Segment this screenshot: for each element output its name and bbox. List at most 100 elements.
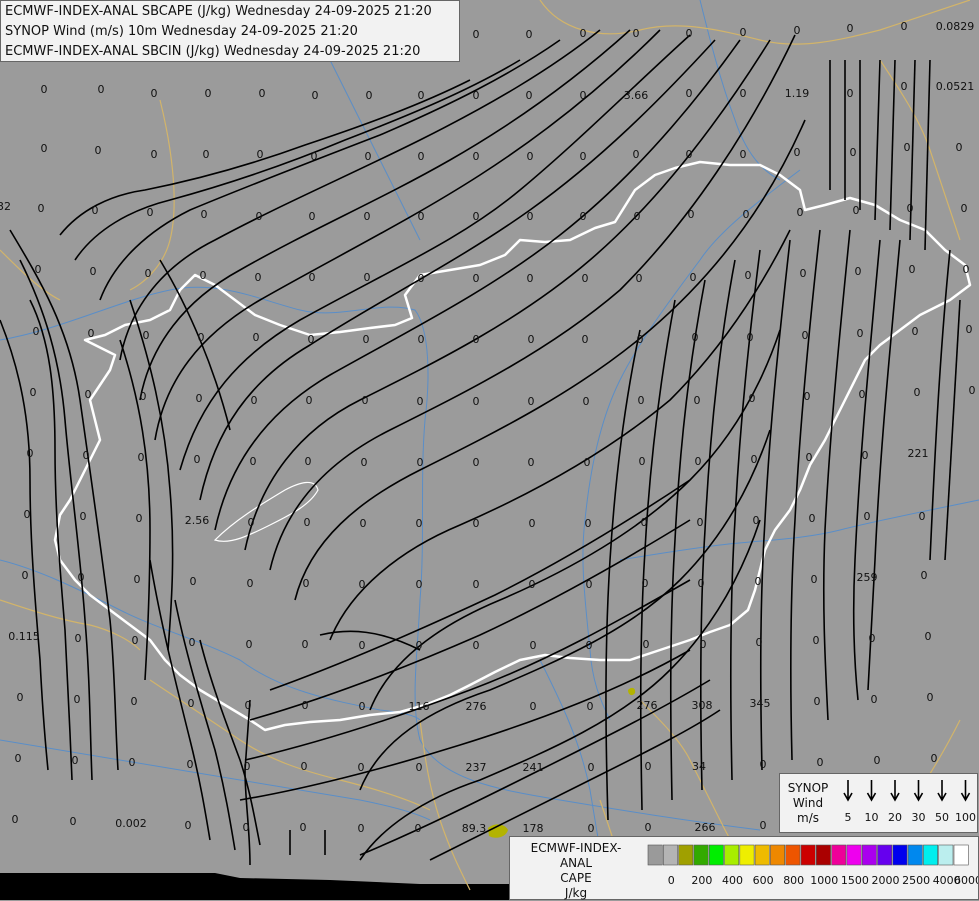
streamline [0,319,49,771]
grid-value-label: 0 [901,80,908,93]
geography-layer [0,0,979,900]
grid-value-label: 0 [473,517,480,530]
colorbar-swatch [846,844,862,866]
wind-arrow-icon [890,780,900,802]
grid-value-label: 0 [306,394,313,407]
streamline [119,29,601,361]
streamline [244,39,771,551]
colorbar-swatch [647,844,663,866]
colorbar-swatch [770,844,785,866]
grid-value-label: 0 [358,761,365,774]
cape-legend-title-line1: ECMWF-INDEX-ANAL [530,841,622,870]
grid-value-label: 0 [686,148,693,161]
grid-value-label: 0 [584,456,591,469]
grid-value-label: 0 [859,388,866,401]
grid-value-label: 0 [853,204,860,217]
grid-value-label: 0 [473,150,480,163]
grid-value-label: 0 [98,83,105,96]
grid-value-label: 0 [70,815,77,828]
grid-value-label: 0 [802,329,809,342]
grid-value-label: 0 [200,269,207,282]
grid-value-label: 0 [256,210,263,223]
grid-value-label: 0 [745,269,752,282]
colorbar-swatch [800,844,816,866]
streamline [9,229,119,771]
grid-value-label: 0 [196,392,203,405]
streamline [889,59,896,231]
grid-value-label: 0 [811,573,818,586]
grid-value-label: 0 [138,451,145,464]
streamline [852,239,881,701]
grid-value-label: 0 [90,265,97,278]
grid-value-label: 0 [132,634,139,647]
grid-value-label: 0 [686,87,693,100]
grid-value-label: 237 [466,761,487,774]
grid-value-label: 0 [527,272,534,285]
river-danube [0,286,761,831]
grid-value-label: 0 [22,569,29,582]
grid-value-label: 0 [364,210,371,223]
grid-value-label: 0 [365,150,372,163]
grid-value-label: 0 [243,821,250,834]
grid-value-label: 1.19 [785,87,810,100]
grid-value-label: 0 [638,394,645,407]
grid-value-label: 0 [358,822,365,835]
colorbar-swatch [785,844,801,866]
grid-value-label: 0 [634,210,641,223]
grid-value-label: 0 [645,821,652,834]
grid-value-label: 0 [794,24,801,37]
grid-value-label: 0 [41,83,48,96]
colorbar-swatch [831,844,847,866]
grid-value-label: 0 [187,758,194,771]
grid-value-label: 0 [359,639,366,652]
grid-value-label: 0 [760,758,767,771]
colorbar-swatch [816,844,831,866]
title-sbcin: ECMWF-INDEX-ANAL SBCIN (J/kg) Wednesday … [5,44,421,59]
grid-value-label: 0 [151,148,158,161]
grid-value-label: 0 [697,516,704,529]
grid-value-label: 0 [30,386,37,399]
grid-value-label: 0 [869,632,876,645]
grid-value-label: 0 [244,760,251,773]
grid-value-label: 0 [473,272,480,285]
colorbar-tick-label: 800 [783,874,804,887]
streamline [369,329,781,711]
grid-value-label: 0 [643,638,650,651]
grid-value-label: 3.66 [624,89,649,102]
grid-value-label: 0 [417,456,424,469]
streamline [269,479,691,691]
grid-value-label: 116 [409,700,430,713]
grid-value-label: 0 [85,388,92,401]
grid-value-label: 0 [305,455,312,468]
grid-value-label: 0 [909,263,916,276]
synop-speed-label: 100 [955,811,976,824]
grid-value-label: 0 [582,333,589,346]
grid-value-label: 0 [530,700,537,713]
grid-value-label: 0 [907,202,914,215]
grid-value-label: 0 [580,27,587,40]
colorbar-tick-label: 2500 [902,874,930,887]
grid-value-label: 32 [0,200,11,213]
grid-value-label: 0 [527,150,534,163]
grid-value-label: 0 [817,756,824,769]
grid-value-label: 0 [804,390,811,403]
grid-value-label: 0 [636,272,643,285]
synop-legend-item: 50 [935,780,949,824]
colorbar-swatch [708,844,724,866]
grid-value-label: 34 [692,760,706,773]
cape-spot-center [628,687,636,696]
colorbar-swatch [877,844,893,866]
grid-value-label: 0 [966,323,973,336]
colorbar-tick-label: 2000 [872,874,900,887]
grid-value-label: 0 [364,271,371,284]
grid-value-label: 0 [415,822,422,835]
grid-value-label: 266 [695,821,716,834]
wind-arrow-icon [843,780,853,802]
grid-value-label: 0 [847,22,854,35]
grid-value-label: 0 [143,329,150,342]
grid-value-label: 0 [418,210,425,223]
wind-arrow-icon [866,780,877,802]
grid-value-label: 89.3 [462,822,487,835]
streamline [867,239,901,691]
grid-value-label: 0 [695,455,702,468]
